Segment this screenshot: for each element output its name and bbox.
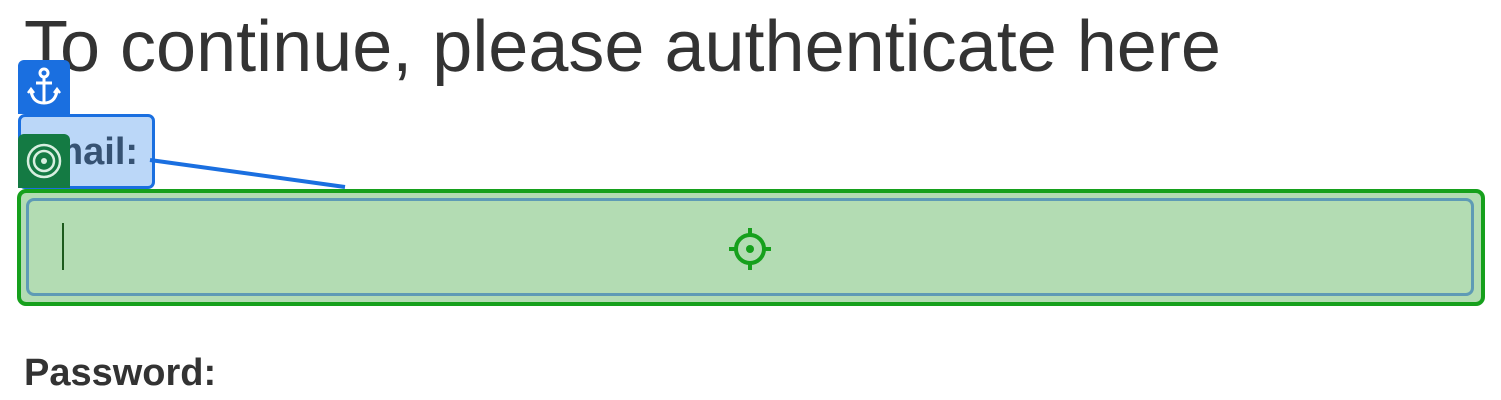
text-caret [62, 223, 64, 270]
crosshair-icon [729, 228, 771, 270]
anchor-icon [18, 60, 70, 114]
page-title: To continue, please authenticate here [24, 7, 1221, 87]
target-icon [18, 134, 70, 188]
password-label: Password: [24, 352, 217, 394]
